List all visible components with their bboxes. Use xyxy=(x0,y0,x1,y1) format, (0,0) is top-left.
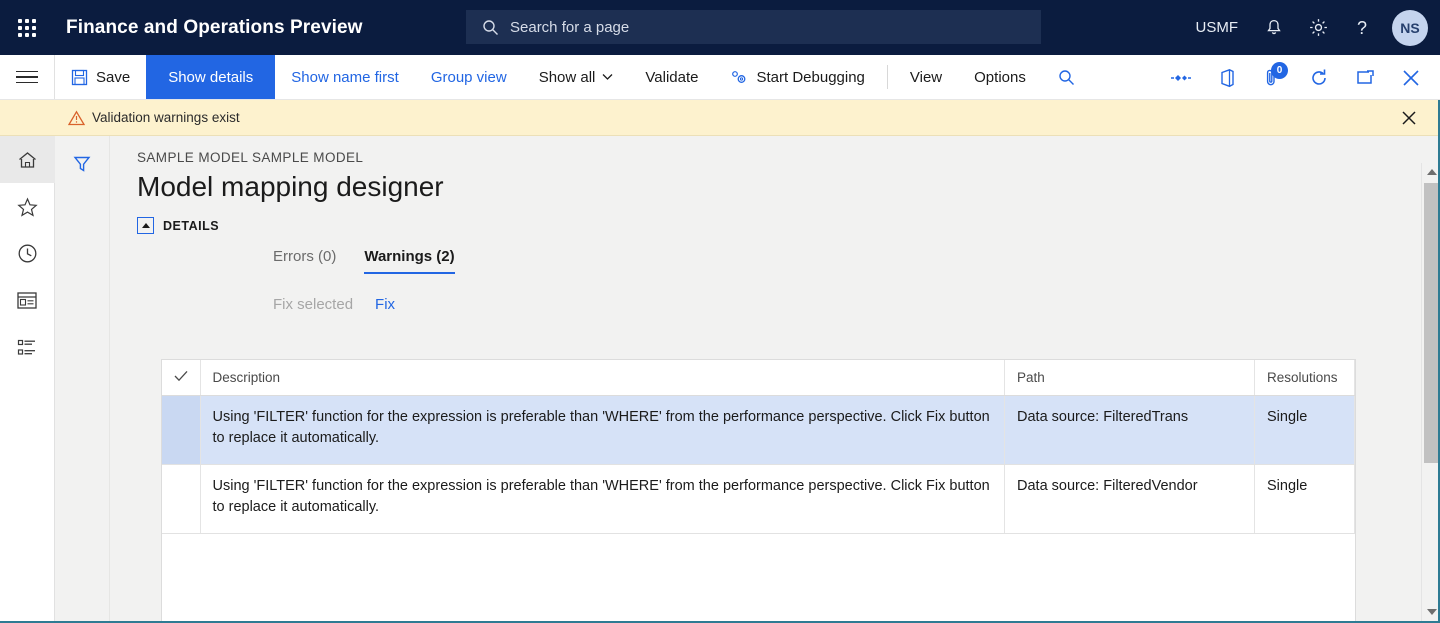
validate-label: Validate xyxy=(645,68,699,86)
open-in-office-icon[interactable] xyxy=(1204,55,1250,100)
save-disk-icon xyxy=(71,69,88,86)
global-search-box[interactable]: Search for a page xyxy=(466,10,1041,44)
attachment-icon[interactable]: 0 xyxy=(1250,55,1296,100)
row-resolutions: Single xyxy=(1254,464,1355,535)
options-menu-button[interactable]: Options xyxy=(958,55,1042,99)
tab-warnings[interactable]: Warnings (2) xyxy=(364,248,455,274)
app-window: Finance and Operations Preview Search fo… xyxy=(0,0,1440,623)
fix-selected-button[interactable]: Fix selected xyxy=(273,296,353,313)
start-debugging-label: Start Debugging xyxy=(756,68,865,86)
filter-funnel-icon[interactable] xyxy=(65,148,99,180)
show-all-dropdown[interactable]: Show all xyxy=(523,55,630,99)
table-row[interactable]: Using 'FILTER' function for the expressi… xyxy=(162,395,1355,466)
bell-icon[interactable] xyxy=(1252,0,1296,55)
sidebar-item-modules[interactable] xyxy=(0,324,55,371)
message-bar-close-icon[interactable] xyxy=(1392,100,1426,136)
scrollbar-thumb[interactable] xyxy=(1424,183,1439,463)
command-bar: Save Show details Show name first Group … xyxy=(0,55,1440,100)
grid-action-bar: Fix selected Fix xyxy=(110,274,1440,313)
refresh-icon[interactable] xyxy=(1296,55,1342,100)
start-debugging-button[interactable]: Start Debugging xyxy=(714,55,880,99)
app-title: Finance and Operations Preview xyxy=(66,16,363,38)
close-icon[interactable] xyxy=(1388,55,1434,100)
row-checkbox-cell[interactable] xyxy=(162,464,201,535)
warnings-grid: Description Path Resolutions Using 'FILT… xyxy=(161,359,1356,623)
sidebar-item-workspaces[interactable] xyxy=(0,277,55,324)
filter-pane xyxy=(55,136,110,623)
toolbar-divider xyxy=(886,65,888,89)
hamburger-icon[interactable] xyxy=(0,55,55,99)
show-details-label: Show details xyxy=(168,68,254,86)
row-checkbox-cell[interactable] xyxy=(162,395,201,466)
gear-icon[interactable] xyxy=(1296,0,1340,55)
validation-message-bar: Validation warnings exist xyxy=(0,100,1440,136)
show-details-button[interactable]: Show details xyxy=(146,55,276,99)
save-label: Save xyxy=(96,68,131,86)
command-bar-right-group: 0 xyxy=(1158,55,1434,100)
save-button[interactable]: Save xyxy=(55,55,146,99)
power-apps-flow-icon[interactable] xyxy=(1158,55,1204,100)
row-resolutions: Single xyxy=(1254,395,1355,466)
column-header-resolutions[interactable]: Resolutions xyxy=(1254,360,1355,396)
view-menu-button[interactable]: View xyxy=(894,55,958,99)
checkmark-icon xyxy=(174,370,188,385)
options-label: Options xyxy=(974,68,1026,86)
chevron-down-icon xyxy=(602,73,613,81)
sidebar-item-home[interactable] xyxy=(0,136,55,183)
select-all-header[interactable] xyxy=(162,360,201,396)
table-header-row: Description Path Resolutions xyxy=(162,360,1355,396)
navigation-rail xyxy=(0,136,55,623)
validate-button[interactable]: Validate xyxy=(629,55,714,99)
validation-tabs: Errors (0) Warnings (2) xyxy=(110,234,1440,274)
page-title: Model mapping designer xyxy=(137,171,444,202)
show-all-label: Show all xyxy=(538,68,596,86)
row-description: Using 'FILTER' function for the expressi… xyxy=(200,395,1005,466)
row-path: Data source: FilteredTrans xyxy=(1004,395,1255,466)
group-view-button[interactable]: Group view xyxy=(415,55,523,99)
column-header-description[interactable]: Description xyxy=(200,360,1005,396)
show-name-first-button[interactable]: Show name first xyxy=(275,55,415,99)
toolbar-search-icon[interactable] xyxy=(1042,55,1091,99)
breadcrumb: SAMPLE MODEL SAMPLE MODEL xyxy=(137,150,364,165)
show-name-first-label: Show name first xyxy=(291,68,399,86)
top-nav-right-group: USMF ? NS xyxy=(1182,0,1428,55)
top-navigation-bar: Finance and Operations Preview Search fo… xyxy=(0,0,1440,55)
avatar[interactable]: NS xyxy=(1392,9,1428,46)
table-row[interactable]: Using 'FILTER' function for the expressi… xyxy=(162,464,1355,535)
details-section-label: DETAILS xyxy=(163,218,220,233)
row-path: Data source: FilteredVendor xyxy=(1004,464,1255,535)
sidebar-item-recent[interactable] xyxy=(0,230,55,277)
svg-text:?: ? xyxy=(1357,18,1367,38)
attachment-count-badge: 0 xyxy=(1271,62,1288,79)
row-description: Using 'FILTER' function for the expressi… xyxy=(200,464,1005,535)
warning-triangle-icon xyxy=(67,110,86,131)
details-section-toggle[interactable]: DETAILS xyxy=(110,203,1440,234)
search-icon xyxy=(482,19,499,36)
collapse-triangle-icon xyxy=(137,217,154,234)
app-launcher-icon[interactable] xyxy=(10,11,44,45)
debug-gears-icon xyxy=(730,69,748,86)
tab-errors[interactable]: Errors (0) xyxy=(273,248,336,274)
open-new-window-icon[interactable] xyxy=(1342,55,1388,100)
company-selector[interactable]: USMF xyxy=(1182,19,1253,36)
view-label: View xyxy=(909,68,943,86)
column-header-path[interactable]: Path xyxy=(1004,360,1255,396)
sidebar-item-favorites[interactable] xyxy=(0,183,55,230)
group-view-label: Group view xyxy=(430,68,507,86)
validation-message-text: Validation warnings exist xyxy=(92,110,240,125)
fix-button[interactable]: Fix xyxy=(375,296,395,313)
question-mark-icon[interactable]: ? xyxy=(1340,0,1384,55)
search-placeholder: Search for a page xyxy=(510,18,630,36)
